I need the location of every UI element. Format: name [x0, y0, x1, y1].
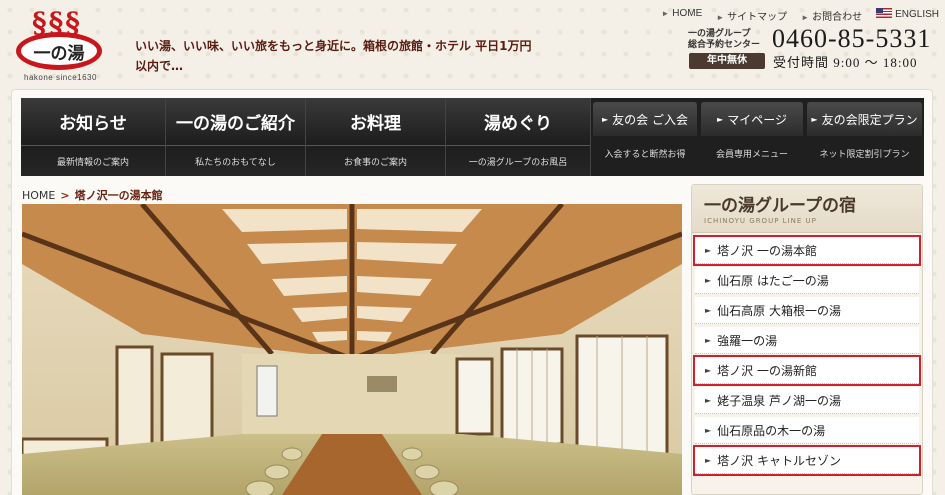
sidebar-item-daihakone[interactable]: ► 仙石高原 大箱根一の湯: [695, 297, 919, 324]
arrow-right-icon: ►: [705, 425, 712, 435]
arrow-right-icon: ►: [602, 114, 609, 124]
nav-item-title-text: マイページ: [727, 112, 787, 127]
sidebar-item-tonosawa-honkan[interactable]: ► 塔ノ沢 一の湯本館: [693, 235, 921, 266]
site-logo[interactable]: §§§ 一の湯 hakone since1630: [12, 6, 104, 84]
nav-item-title: 一の湯のご紹介: [166, 98, 305, 146]
logo-subtitle: hakone since1630: [24, 73, 97, 82]
sidebar-item-label: 仙石高原 大箱根一の湯: [717, 303, 841, 318]
nav-item-subtitle: 最新情報のご案内: [56, 157, 129, 168]
nav-item-title: ► 友の会 ご入会: [593, 102, 697, 136]
arrow-right-icon: ►: [705, 335, 712, 345]
sidebar-item-label: 姥子温泉 芦ノ湖一の湯: [717, 393, 841, 408]
top-link-english[interactable]: ENGLISH: [876, 8, 939, 23]
breadcrumb-separator: >: [60, 189, 70, 202]
sidebar-item-hatago[interactable]: ► 仙石原 はたご一の湯: [695, 267, 919, 294]
arrow-right-icon: ►: [717, 114, 724, 124]
breadcrumb: HOME > 塔ノ沢一の湯本館: [22, 187, 163, 203]
site-header: §§§ 一の湯 hakone since1630 いい湯、いい味、いい旅をもっと…: [0, 0, 945, 95]
group-inns-sidebar: 一の湯グループの宿 ICHINOYU GROUP LINE UP ► 塔ノ沢 一の…: [691, 184, 923, 495]
nav-item-baths[interactable]: 湯めぐり 一の湯グループのお風呂: [446, 98, 591, 176]
sidebar-item-tonosawa-shinkan[interactable]: ► 塔ノ沢 一の湯新館: [693, 355, 921, 386]
top-link-sitemap[interactable]: ► サイトマップ: [716, 8, 787, 23]
center-label-line2: 総合予約センター: [688, 40, 761, 50]
arrow-right-icon: ►: [705, 275, 712, 285]
arrow-right-icon: ►: [705, 365, 712, 375]
top-link-contact[interactable]: ► お問合わせ: [801, 8, 862, 23]
nav-item-subtitle: ネット限定割引プラン: [819, 149, 910, 160]
phone-number: 0460-85-5331: [772, 24, 932, 53]
nav-item-join-club[interactable]: ► 友の会 ご入会 入会すると断然お得: [591, 98, 699, 176]
nav-item-title: お料理: [306, 98, 445, 146]
logo-mark: 一の湯: [16, 32, 102, 70]
nav-item-subtitle: 一の湯グループのお風呂: [468, 157, 568, 168]
nav-item-title-text: 友の会限定プラン: [821, 112, 918, 127]
nav-item-subtitle: 入会すると断然お得: [604, 149, 686, 160]
sidebar-item-shinanoki[interactable]: ► 仙石原品の木一の湯: [695, 417, 919, 444]
sidebar-item-gora[interactable]: ► 強羅一の湯: [695, 327, 919, 354]
arrow-right-icon: ►: [705, 245, 712, 255]
top-links: ► HOME ► サイトマップ ► お問合わせ ENGLISH: [661, 8, 939, 23]
reservation-center-label: 一の湯グループ 総合予約センター: [688, 29, 760, 51]
nav-item-subtitle: 私たちのおもてなし: [195, 157, 276, 168]
arrow-right-icon: ►: [801, 13, 810, 22]
business-hours: 受付時間 9:00 〜 18:00: [773, 55, 918, 70]
arrow-right-icon: ►: [705, 455, 712, 465]
sidebar-item-label: 塔ノ沢 キャトルセゾン: [717, 453, 841, 468]
sidebar-item-label: 仙石原 はたご一の湯: [717, 273, 829, 288]
sidebar-title: 一の湯グループの宿: [704, 196, 856, 216]
nav-item-title-text: 友の会 ご入会: [612, 112, 688, 127]
sidebar-subtitle: ICHINOYU GROUP LINE UP: [704, 217, 817, 225]
nav-item-subtitle: 会員専用メニュー: [715, 149, 788, 160]
nav-item-mypage[interactable]: ► マイページ 会員専用メニュー: [699, 98, 805, 176]
sidebar-header: 一の湯グループの宿 ICHINOYU GROUP LINE UP: [692, 185, 922, 233]
nav-item-cuisine[interactable]: お料理 お食事のご案内: [306, 98, 446, 176]
top-link-label: サイトマップ: [727, 12, 788, 23]
arrow-right-icon: ►: [705, 305, 712, 315]
arrow-right-icon: ►: [716, 13, 725, 22]
sidebar-item-label: 塔ノ沢 一の湯新館: [717, 363, 817, 378]
nav-item-news[interactable]: お知らせ 最新情報のご案内: [21, 98, 166, 176]
open-all-year-badge: 年中無休: [689, 53, 765, 69]
sidebar-item-ashinoko[interactable]: ► 姥子温泉 芦ノ湖一の湯: [695, 387, 919, 414]
banquet-hall-photo: [22, 204, 682, 495]
banquet-hall-illustration: [22, 204, 682, 495]
center-label-line1: 一の湯グループ: [688, 29, 751, 39]
top-link-label: ENGLISH: [895, 9, 939, 20]
breadcrumb-home[interactable]: HOME: [22, 189, 55, 202]
arrow-right-icon: ►: [705, 395, 712, 405]
sidebar-item-quatre-saisons[interactable]: ► 塔ノ沢 キャトルセゾン: [693, 445, 921, 476]
sidebar-item-label: 強羅一の湯: [717, 333, 778, 348]
arrow-right-icon: ►: [811, 114, 818, 124]
breadcrumb-current: 塔ノ沢一の湯本館: [74, 189, 163, 202]
top-link-home[interactable]: ► HOME: [661, 8, 702, 23]
us-flag-icon: [876, 8, 893, 18]
sidebar-item-label: 塔ノ沢 一の湯本館: [717, 243, 817, 258]
nav-item-subtitle: お食事のご案内: [343, 157, 407, 168]
nav-item-title: 湯めぐり: [446, 98, 590, 146]
arrow-right-icon: ►: [661, 9, 670, 18]
site-tagline: いい湯、いい味、いい旅をもっと身近に。箱根の旅館・ホテル 平日1万円以内で…: [135, 39, 532, 73]
nav-item-title: ► マイページ: [701, 102, 803, 136]
nav-item-title: お知らせ: [21, 98, 165, 146]
top-link-label: HOME: [672, 8, 703, 19]
inn-list: ► 塔ノ沢 一の湯本館 ► 仙石原 はたご一の湯 ► 仙石高原 大箱根一の湯 ► 強羅一…: [692, 233, 922, 476]
nav-item-member-plans[interactable]: ► 友の会限定プラン ネット限定割引プラン: [805, 98, 924, 176]
sidebar-item-label: 仙石原品の木一の湯: [717, 423, 826, 438]
nav-item-about[interactable]: 一の湯のご紹介 私たちのおもてなし: [166, 98, 306, 176]
main-nav: お知らせ 最新情報のご案内 一の湯のご紹介 私たちのおもてなし お料理 お食事の…: [21, 98, 924, 176]
top-link-label: お問合わせ: [812, 12, 863, 23]
nav-item-title: ► 友の会限定プラン: [807, 102, 922, 136]
